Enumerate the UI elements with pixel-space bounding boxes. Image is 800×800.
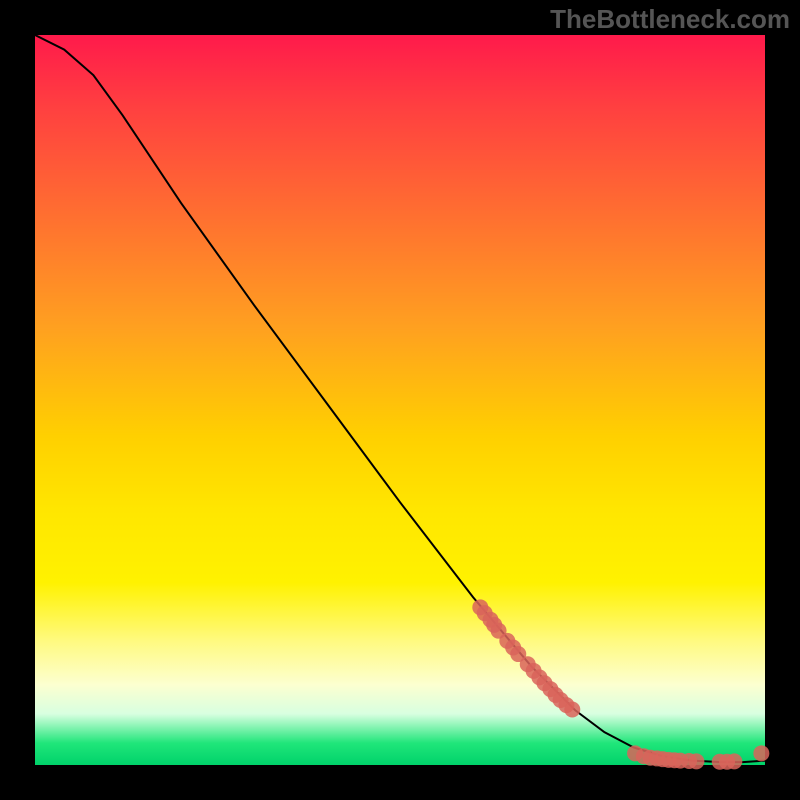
data-point: [564, 702, 580, 718]
chart-frame: TheBottleneck.com: [0, 0, 800, 800]
data-point: [726, 753, 742, 769]
bottleneck-curve: [35, 35, 765, 762]
watermark-text: TheBottleneck.com: [550, 4, 790, 35]
data-point: [753, 745, 769, 761]
data-point: [688, 753, 704, 769]
chart-overlay: [35, 35, 765, 765]
